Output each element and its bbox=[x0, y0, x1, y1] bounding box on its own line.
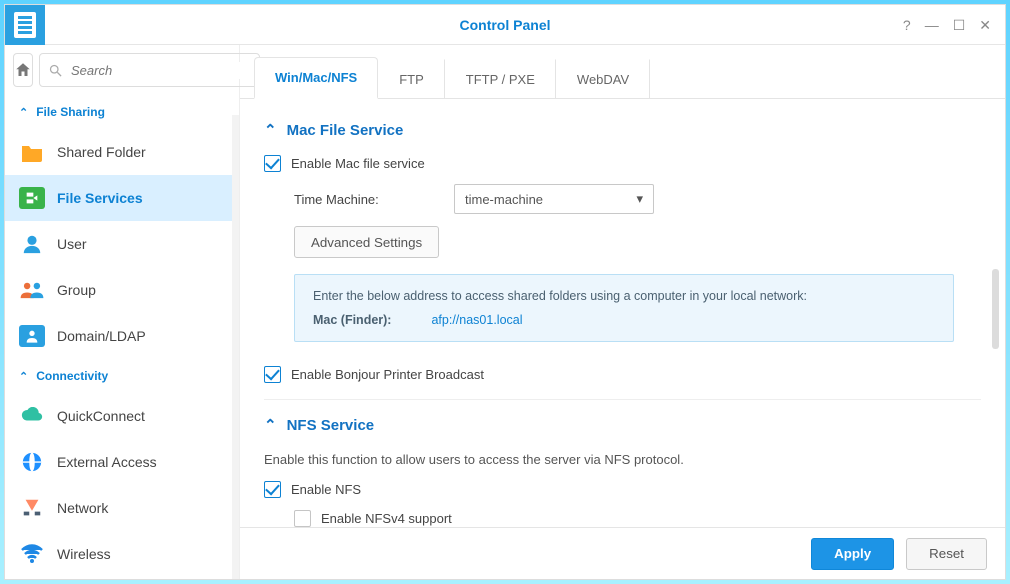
sidebar-item-quickconnect[interactable]: QuickConnect bbox=[5, 393, 239, 439]
info-panel-mac: Enter the below address to access shared… bbox=[294, 274, 954, 342]
sidebar: ⌃ File Sharing Shared Folder File Servic… bbox=[5, 45, 240, 579]
afp-link[interactable]: afp://nas01.local bbox=[431, 313, 522, 327]
globe-icon bbox=[19, 451, 45, 473]
chevron-down-icon: ▾ bbox=[636, 191, 643, 207]
label-time-machine: Time Machine: bbox=[294, 192, 444, 207]
close-icon[interactable]: ✕ bbox=[979, 18, 991, 32]
label-enable-nfsv4: Enable NFSv4 support bbox=[321, 511, 452, 526]
advanced-settings-button[interactable]: Advanced Settings bbox=[294, 226, 439, 258]
label-enable-mac: Enable Mac file service bbox=[291, 156, 425, 171]
nfs-description: Enable this function to allow users to a… bbox=[264, 444, 981, 475]
sidebar-item-domain-ldap[interactable]: Domain/LDAP bbox=[5, 313, 239, 359]
sidebar-item-external-access[interactable]: External Access bbox=[5, 439, 239, 485]
chevron-up-icon: ⌃ bbox=[264, 121, 277, 139]
sidebar-scrollbar[interactable] bbox=[232, 115, 239, 579]
tab-ftp[interactable]: FTP bbox=[378, 59, 445, 99]
info-key: Mac (Finder): bbox=[313, 313, 391, 327]
domain-ldap-icon bbox=[19, 325, 45, 347]
home-icon bbox=[14, 61, 32, 79]
sidebar-item-wireless[interactable]: Wireless bbox=[5, 531, 239, 577]
info-text: Enter the below address to access shared… bbox=[313, 289, 935, 303]
app-icon bbox=[5, 5, 45, 45]
sidebar-item-network[interactable]: Network bbox=[5, 485, 239, 531]
network-icon bbox=[19, 497, 45, 519]
tabs: Win/Mac/NFS FTP TFTP / PXE WebDAV bbox=[240, 49, 1005, 99]
section-toggle-nfs[interactable]: ⌃ NFS Service bbox=[264, 400, 981, 444]
checkbox-enable-nfs[interactable] bbox=[264, 481, 281, 498]
content-scrollbar[interactable] bbox=[992, 269, 999, 349]
select-time-machine[interactable]: time-machine ▾ bbox=[454, 184, 654, 214]
cat-file-sharing[interactable]: ⌃ File Sharing bbox=[5, 95, 239, 129]
maximize-icon[interactable]: ☐ bbox=[953, 18, 966, 32]
sidebar-item-shared-folder[interactable]: Shared Folder bbox=[5, 129, 239, 175]
search-field[interactable] bbox=[39, 53, 260, 87]
label-enable-nfs: Enable NFS bbox=[291, 482, 361, 497]
cloud-icon bbox=[19, 405, 45, 427]
checkbox-enable-mac[interactable] bbox=[264, 155, 281, 172]
window: Control Panel ? — ☐ ✕ ⌃ File Sharin bbox=[4, 4, 1006, 580]
cat-label: File Sharing bbox=[36, 105, 105, 119]
section-toggle-mac[interactable]: ⌃ Mac File Service bbox=[264, 105, 981, 149]
wifi-icon bbox=[19, 543, 45, 565]
tab-win-mac-nfs[interactable]: Win/Mac/NFS bbox=[254, 57, 378, 99]
tab-tftp-pxe[interactable]: TFTP / PXE bbox=[445, 59, 556, 99]
chevron-up-icon: ⌃ bbox=[19, 106, 28, 119]
search-input[interactable] bbox=[69, 62, 251, 79]
content: ⌃ Mac File Service Enable Mac file servi… bbox=[240, 99, 1005, 527]
sidebar-item-file-services[interactable]: File Services bbox=[5, 175, 239, 221]
sidebar-item-user[interactable]: User bbox=[5, 221, 239, 267]
reset-button[interactable]: Reset bbox=[906, 538, 987, 570]
minimize-icon[interactable]: — bbox=[925, 18, 939, 32]
checkbox-enable-nfsv4[interactable] bbox=[294, 510, 311, 527]
window-title: Control Panel bbox=[5, 17, 1005, 33]
file-services-icon bbox=[19, 187, 45, 209]
checkbox-enable-bonjour[interactable] bbox=[264, 366, 281, 383]
main: Win/Mac/NFS FTP TFTP / PXE WebDAV ⌃ Mac … bbox=[240, 45, 1005, 579]
search-icon bbox=[48, 63, 63, 78]
chevron-up-icon: ⌃ bbox=[19, 370, 28, 383]
user-icon bbox=[19, 233, 45, 255]
folder-icon bbox=[19, 141, 45, 163]
titlebar: Control Panel ? — ☐ ✕ bbox=[5, 5, 1005, 45]
chevron-up-icon: ⌃ bbox=[264, 416, 277, 434]
help-icon[interactable]: ? bbox=[903, 18, 911, 32]
home-button[interactable] bbox=[13, 53, 33, 87]
cat-connectivity[interactable]: ⌃ Connectivity bbox=[5, 359, 239, 393]
cat-label: Connectivity bbox=[36, 369, 108, 383]
sidebar-item-group[interactable]: Group bbox=[5, 267, 239, 313]
apply-button[interactable]: Apply bbox=[811, 538, 894, 570]
label-enable-bonjour: Enable Bonjour Printer Broadcast bbox=[291, 367, 484, 382]
footer: Apply Reset bbox=[240, 527, 1005, 579]
group-icon bbox=[19, 279, 45, 301]
tab-webdav[interactable]: WebDAV bbox=[556, 59, 650, 99]
